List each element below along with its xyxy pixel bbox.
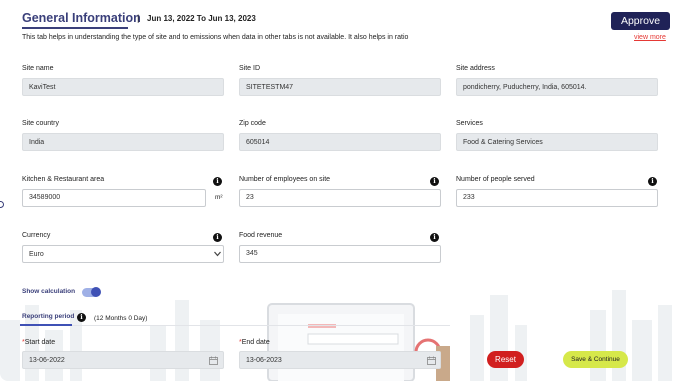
site-id-label: Site ID [239, 65, 261, 72]
reporting-period-info-icon[interactable]: i [77, 313, 86, 322]
zip-code-field: 605014 [239, 133, 441, 151]
employees-label: Number of employees on site [239, 176, 331, 183]
site-name-label: Site name [22, 65, 54, 72]
food-revenue-input[interactable] [239, 245, 441, 263]
kitchen-area-unit: m² [215, 194, 223, 201]
services-field: Food & Catering Services [456, 133, 658, 151]
zip-code-label: Zip code [239, 120, 266, 127]
show-calculation-label: Show calculation [22, 288, 76, 295]
employees-input[interactable] [239, 189, 441, 207]
calendar-icon[interactable] [427, 356, 436, 365]
site-name-field: KaviTest [22, 78, 224, 96]
toggle-knob[interactable] [91, 287, 101, 297]
view-more-link[interactable]: view more [634, 34, 666, 41]
end-date-field[interactable]: 13-06-2023 [239, 351, 441, 369]
food-revenue-label: Food revenue [239, 232, 283, 239]
site-address-label: Site address [456, 65, 495, 72]
tab-reporting-period[interactable]: Reporting period [22, 313, 74, 320]
tab-divider [20, 325, 450, 326]
end-date-label-text: End date [241, 339, 270, 346]
employees-info-icon[interactable]: i [430, 177, 439, 186]
title-underline [22, 27, 128, 29]
services-label: Services [456, 120, 483, 127]
site-id-field: SITETESTM47 [239, 78, 441, 96]
currency-label: Currency [22, 232, 51, 239]
save-continue-button[interactable]: Save & Continue [563, 351, 628, 368]
scroll-indicator [0, 201, 4, 208]
start-date-label-text: Start date [24, 339, 56, 346]
general-information-page: General Information | Jun 13, 2022 To Ju… [0, 0, 681, 381]
people-served-input[interactable] [456, 189, 658, 207]
reset-button[interactable]: Reset [487, 351, 524, 368]
start-date-field[interactable]: 13-06-2022 [22, 351, 224, 369]
site-country-label: Site country [22, 120, 59, 127]
calendar-icon[interactable] [209, 356, 218, 365]
currency-select[interactable]: Euro [22, 245, 224, 263]
food-revenue-info-icon[interactable]: i [430, 233, 439, 242]
site-country-field: India [22, 133, 224, 151]
page-description: This tab helps in understanding the type… [22, 34, 409, 41]
page-title: General Information [22, 11, 141, 25]
people-served-label: Number of people served [456, 176, 535, 183]
kitchen-area-info-icon[interactable]: i [213, 177, 222, 186]
reporting-range-text: (12 Months 0 Day) [94, 315, 148, 322]
header-separator: | [137, 13, 140, 23]
kitchen-area-label: Kitchen & Restaurant area [22, 176, 105, 183]
start-date-label: *Start date [22, 339, 55, 346]
chevron-down-icon [214, 251, 221, 257]
header-date-range: Jun 13, 2022 To Jun 13, 2023 [147, 14, 256, 23]
currency-info-icon[interactable]: i [213, 233, 222, 242]
end-date-label: *End date [239, 339, 270, 346]
approve-button[interactable]: Approve [611, 12, 670, 30]
people-served-info-icon[interactable]: i [648, 177, 657, 186]
kitchen-area-input[interactable] [22, 189, 206, 207]
active-tab-underline [20, 324, 72, 326]
site-address-field: pondicherry, Puducherry, India, 605014. [456, 78, 658, 96]
